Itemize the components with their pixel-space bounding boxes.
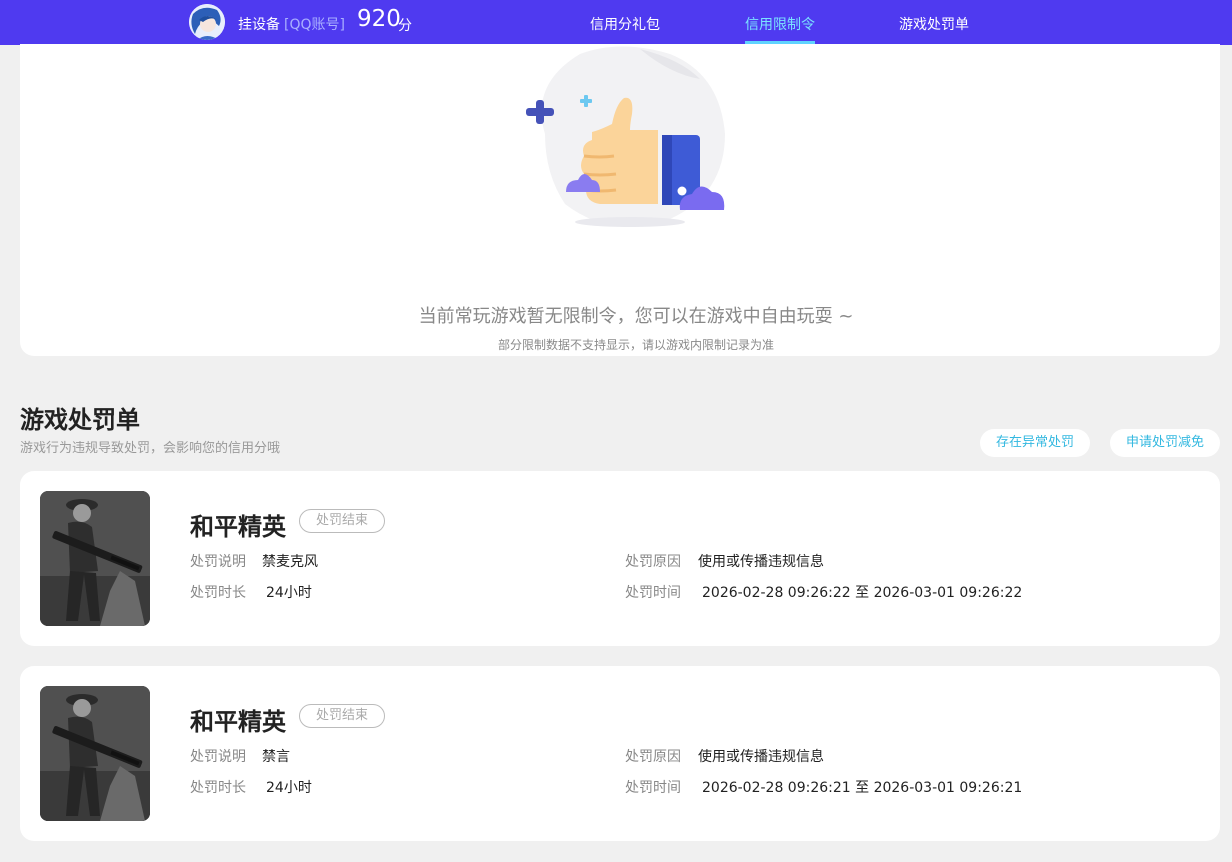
section-subtitle: 游戏行为违规导致处罚，会影响您的信用分哦 xyxy=(20,441,281,456)
tab-credit-gift[interactable]: 信用分礼包 xyxy=(590,14,660,34)
reason-label: 处罚原因 xyxy=(625,749,681,765)
duration-value: 24小时 xyxy=(266,585,312,601)
time-value: 2026-02-28 09:26:22 至 2026-03-01 09:26:2… xyxy=(702,585,1023,601)
section-title: 游戏处罚单 xyxy=(20,406,140,434)
empty-state-subtitle: 部分限制数据不支持显示，请以游戏内限制记录为准 xyxy=(497,338,774,352)
desc-value: 禁言 xyxy=(262,749,290,765)
top-bar: 挂设备 [QQ账号] 920 分 信用分礼包 信用限制令 游戏处罚单 xyxy=(0,0,1232,45)
empty-state-title: 当前常玩游戏暂无限制令，您可以在游戏中自由玩耍 ~ xyxy=(418,306,854,327)
game-cover-image xyxy=(40,686,150,821)
tab-credit-restriction[interactable]: 信用限制令 xyxy=(745,14,815,34)
time-label: 处罚时间 xyxy=(625,780,681,796)
reason-value: 使用或传播违规信息 xyxy=(698,554,824,570)
restriction-empty-card: 当前常玩游戏暂无限制令，您可以在游戏中自由玩耍 ~ 部分限制数据不支持显示，请以… xyxy=(20,44,1220,356)
credit-score-unit: 分 xyxy=(398,18,412,34)
tab-game-penalty[interactable]: 游戏处罚单 xyxy=(899,14,969,34)
penalty-record-card: 和平精英 处罚结束 处罚说明 禁言 处罚时长 24小时 处罚原因 使用或传播违规… xyxy=(20,666,1220,841)
game-cover-image xyxy=(40,491,150,626)
game-name: 和平精英 xyxy=(190,708,286,736)
account-type-tag: [QQ账号] xyxy=(284,17,345,33)
apply-reduction-button[interactable]: 申请处罚减免 xyxy=(1110,429,1220,457)
time-value: 2026-02-28 09:26:21 至 2026-03-01 09:26:2… xyxy=(702,780,1023,796)
status-badge: 处罚结束 xyxy=(299,704,385,728)
reason-label: 处罚原因 xyxy=(625,554,681,570)
avatar[interactable] xyxy=(189,4,225,40)
desc-label: 处罚说明 xyxy=(190,554,246,570)
credit-score: 920 xyxy=(357,6,401,32)
duration-value: 24小时 xyxy=(266,780,312,796)
penalty-record-card: 和平精英 处罚结束 处罚说明 禁麦克风 处罚时长 24小时 处罚原因 使用或传播… xyxy=(20,471,1220,646)
desc-value: 禁麦克风 xyxy=(262,554,318,570)
game-name: 和平精英 xyxy=(190,513,286,541)
thumbs-up-illustration xyxy=(520,44,750,248)
desc-label: 处罚说明 xyxy=(190,749,246,765)
time-label: 处罚时间 xyxy=(625,585,681,601)
abnormal-penalty-button[interactable]: 存在异常处罚 xyxy=(980,429,1090,457)
reason-value: 使用或传播违规信息 xyxy=(698,749,824,765)
status-badge: 处罚结束 xyxy=(299,509,385,533)
duration-label: 处罚时长 xyxy=(190,780,246,796)
username: 挂设备 xyxy=(238,17,280,33)
duration-label: 处罚时长 xyxy=(190,585,246,601)
